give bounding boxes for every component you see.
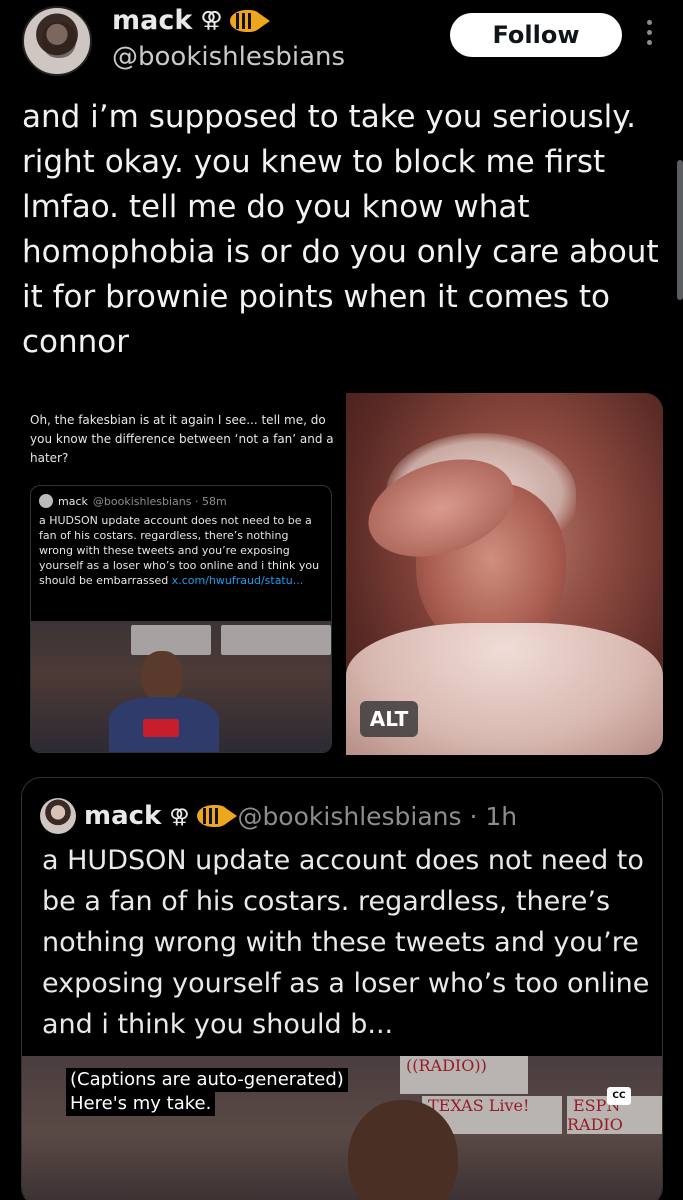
screenshot-card-name: mack: [58, 494, 88, 508]
media-reaction-image[interactable]: ALT: [346, 393, 663, 755]
screenshot-text: Oh, the fakesbian is at it again I see..…: [30, 413, 334, 465]
quote-header: mack ⚢ @bookishlesbians · 1h: [40, 798, 517, 834]
microphone: [143, 719, 179, 737]
sign-radio: ((RADIO)): [400, 1056, 528, 1094]
name-row: mack ⚢: [112, 5, 271, 36]
quote-tweet[interactable]: mack ⚢ @bookishlesbians · 1h a HUDSON up…: [21, 777, 663, 1200]
display-name[interactable]: mack: [112, 5, 192, 36]
sign-espn: [221, 625, 331, 655]
tweet-text: and i’m supposed to take you seriously. …: [22, 99, 659, 360]
screenshot-card-handle: @bookishlesbians · 58m: [92, 494, 227, 508]
tweet-header: mack ⚢ @bookishlesbians Follow: [0, 0, 683, 90]
cc-icon[interactable]: CC: [607, 1087, 631, 1105]
lesbian-symbol-icon: ⚢: [200, 7, 223, 33]
scrollbar[interactable]: [677, 160, 683, 300]
screenshot-video-thumb: [31, 621, 331, 752]
caption-line-1: (Captions are auto-generated): [66, 1068, 348, 1092]
quote-avatar: [40, 798, 76, 834]
handle[interactable]: @bookishlesbians: [112, 42, 345, 72]
screenshot-quote-card: mack @bookishlesbians · 58m a HUDSON upd…: [30, 485, 332, 753]
screenshot-card-link: x.com/hwufraud/statu...: [171, 574, 304, 587]
quote-text: a HUDSON update account does not need to…: [42, 845, 650, 1040]
quote-handle: @bookishlesbians · 1h: [237, 801, 518, 831]
follow-button[interactable]: Follow: [450, 13, 622, 57]
lesbian-symbol-icon: ⚢: [169, 804, 190, 828]
fish-emoji-icon: [230, 9, 271, 32]
quote-video[interactable]: ((RADIO)) TEXAS Live! ESPN RADIO (Captio…: [22, 1056, 662, 1200]
avatar[interactable]: [22, 6, 92, 76]
alt-badge[interactable]: ALT: [360, 701, 418, 737]
person: [109, 651, 219, 752]
mini-avatar: [39, 494, 53, 508]
screenshot-card-header: mack @bookishlesbians · 58m: [39, 494, 227, 508]
quote-name: mack: [84, 801, 162, 831]
screenshot-card-text: a HUDSON update account does not need to…: [39, 513, 325, 588]
fish-emoji-icon: [197, 805, 238, 827]
more-options-icon[interactable]: [644, 20, 654, 50]
caption-line-2: Here's my take.: [66, 1092, 216, 1116]
speaker-head: [348, 1100, 458, 1200]
media-screenshot[interactable]: Oh, the fakesbian is at it again I see..…: [22, 393, 342, 755]
